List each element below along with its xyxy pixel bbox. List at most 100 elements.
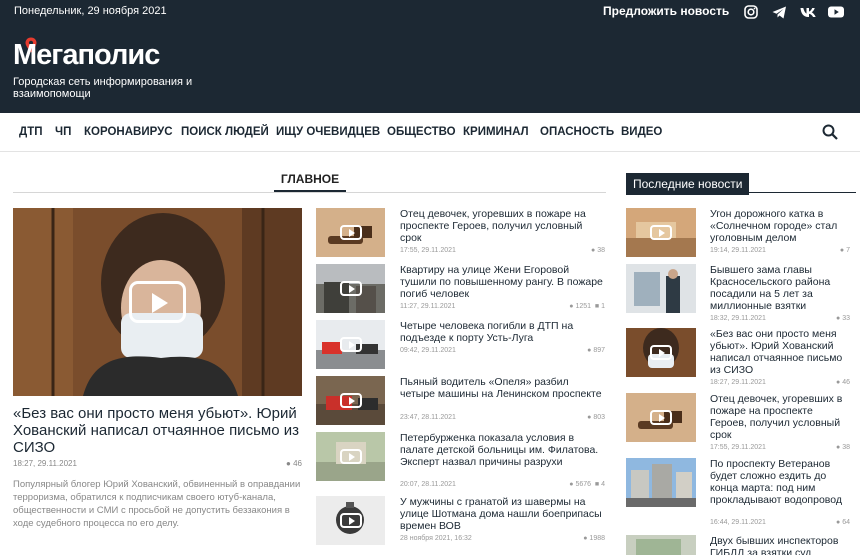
news-stats: ● 1251 ■ 1 — [569, 303, 605, 310]
latest-thumb — [626, 264, 696, 313]
news-time: 20:07, 28.11.2021 — [400, 481, 456, 488]
eye-icon: ● — [836, 315, 841, 322]
latest-thumb[interactable] — [626, 393, 696, 442]
news-thumb[interactable] — [316, 376, 385, 425]
news-title[interactable]: Петербурженка показала условия в палате … — [400, 432, 605, 468]
news-views: ● 897 — [587, 347, 605, 354]
youtube-icon[interactable] — [827, 4, 845, 20]
news-thumb[interactable] — [316, 432, 385, 481]
news-time: 11:27, 29.11.2021 — [400, 303, 456, 310]
latest-views: ● 46 — [836, 379, 850, 386]
nav-item-dtp[interactable]: ДТП — [19, 126, 42, 138]
news-stats: ● 5676 ■ 4 — [569, 481, 605, 488]
play-icon — [340, 337, 362, 352]
hero-image[interactable] — [13, 208, 302, 396]
latest-thumb[interactable] — [626, 208, 696, 257]
hero-views: ● 46 — [286, 459, 302, 468]
eye-icon: ● — [836, 519, 841, 526]
play-icon — [650, 345, 672, 360]
latest-views: ● 38 — [836, 444, 850, 451]
latest-thumb[interactable] — [626, 328, 696, 377]
suggest-news-link[interactable]: Предложить новость — [603, 4, 729, 18]
latest-time: 17:55, 29.11.2021 — [710, 444, 766, 451]
latest-views: ● 7 — [839, 247, 850, 254]
news-time: 28 ноября 2021, 16:32 — [400, 535, 472, 542]
latest-news-divider — [626, 192, 856, 193]
news-thumb[interactable] — [316, 496, 385, 545]
nav-item-missing-people[interactable]: ПОИСК ЛЮДЕЙ — [181, 126, 269, 138]
comment-icon: ■ — [594, 303, 600, 310]
news-title[interactable]: Квартиру на улице Жени Егоровой тушили п… — [400, 264, 605, 300]
tab-main[interactable]: ГЛАВНОЕ — [274, 172, 346, 192]
latest-title[interactable]: По проспекту Ветеранов будет сложно езди… — [710, 458, 850, 506]
eye-icon: ● — [591, 247, 596, 254]
tab-divider — [13, 192, 606, 193]
main-navigation: ДТП ЧП КОРОНАВИРУС ПОИСК ЛЮДЕЙ ИЩУ ОЧЕВИ… — [0, 113, 860, 152]
nav-item-video[interactable]: ВИДЕО — [621, 126, 662, 138]
eye-icon: ● — [286, 459, 291, 468]
play-icon — [340, 449, 362, 464]
nav-item-coronavirus[interactable]: КОРОНАВИРУС — [84, 126, 173, 138]
latest-title[interactable]: Угон дорожного катка в «Солнечном городе… — [710, 208, 850, 244]
current-date: Понедельник, 29 ноября 2021 — [14, 5, 167, 17]
news-time: 09:42, 29.11.2021 — [400, 347, 456, 354]
latest-time: 18:32, 29.11.2021 — [710, 315, 766, 322]
hero-meta: 18:27, 29.11.2021 ● 46 — [13, 459, 302, 468]
news-thumb[interactable] — [316, 208, 385, 257]
latest-title[interactable]: Отец девочек, угоревших в пожаре на прос… — [710, 393, 850, 441]
news-thumb[interactable] — [316, 320, 385, 369]
search-icon[interactable] — [822, 124, 838, 140]
news-title[interactable]: Четыре человека погибли в ДТП на подъезд… — [400, 320, 605, 344]
site-logo[interactable]: Мегаполис — [13, 39, 160, 72]
play-icon[interactable] — [129, 281, 186, 323]
play-icon — [650, 225, 672, 240]
latest-title[interactable]: «Без вас они просто меня убьют». Юрий Хо… — [710, 328, 850, 376]
site-tagline: Городская сеть информирования и взаимопо… — [13, 76, 193, 100]
play-icon — [340, 225, 362, 240]
nav-item-chp[interactable]: ЧП — [55, 126, 71, 138]
play-icon — [340, 513, 362, 528]
comment-icon: ■ — [594, 481, 600, 488]
eye-icon: ● — [836, 379, 841, 386]
nav-item-crime[interactable]: КРИМИНАЛ — [463, 126, 529, 138]
instagram-icon[interactable] — [743, 4, 759, 20]
hero-time: 18:27, 29.11.2021 — [13, 459, 77, 468]
hero-title[interactable]: «Без вас они просто меня убьют». Юрий Хо… — [13, 405, 302, 456]
latest-views: ● 33 — [836, 315, 850, 322]
news-views: ● 1988 — [583, 535, 605, 542]
eye-icon: ● — [587, 347, 592, 354]
nav-item-society[interactable]: ОБЩЕСТВО — [387, 126, 456, 138]
eye-icon: ● — [569, 303, 574, 310]
eye-icon: ● — [587, 414, 592, 421]
latest-title[interactable]: Двух бывших инспекторов ГИБДД за взятки … — [710, 535, 850, 555]
latest-views: ● 64 — [836, 519, 850, 526]
eye-icon: ● — [569, 481, 574, 488]
play-icon — [340, 393, 362, 408]
telegram-icon[interactable] — [771, 4, 787, 20]
eye-icon: ● — [583, 535, 588, 542]
latest-thumb — [626, 458, 696, 507]
news-title[interactable]: У мужчины с гранатой из шавермы на улице… — [400, 496, 605, 532]
news-views: ● 38 — [591, 247, 605, 254]
play-icon — [340, 281, 362, 296]
eye-icon: ● — [839, 247, 845, 254]
news-title[interactable]: Пьяный водитель «Опеля» разбил четыре ма… — [400, 376, 605, 400]
eye-icon: ● — [836, 444, 841, 451]
news-thumb[interactable] — [316, 264, 385, 313]
news-title[interactable]: Отец девочек, угоревших в пожаре на прос… — [400, 208, 605, 244]
site-header: Мегаполис Городская сеть информирования … — [0, 25, 860, 113]
play-icon — [650, 410, 672, 425]
news-time: 17:55, 29.11.2021 — [400, 247, 456, 254]
top-bar: Понедельник, 29 ноября 2021 Предложить н… — [0, 0, 860, 25]
latest-time: 19:14, 29.11.2021 — [710, 247, 766, 254]
hero-description: Популярный блогер Юрий Хованский, обвине… — [13, 479, 301, 529]
vk-icon[interactable] — [799, 4, 817, 20]
nav-item-danger[interactable]: ОПАСНОСТЬ — [540, 126, 614, 138]
latest-thumb — [626, 535, 696, 555]
latest-time: 16:44, 29.11.2021 — [710, 519, 766, 526]
news-views: ● 803 — [587, 414, 605, 421]
nav-item-witnesses[interactable]: ИЩУ ОЧЕВИДЦЕВ — [276, 126, 380, 138]
news-time: 23:47, 28.11.2021 — [400, 414, 456, 421]
latest-title[interactable]: Бывшего зама главы Красносельского район… — [710, 264, 850, 312]
latest-time: 18:27, 29.11.2021 — [710, 379, 766, 386]
